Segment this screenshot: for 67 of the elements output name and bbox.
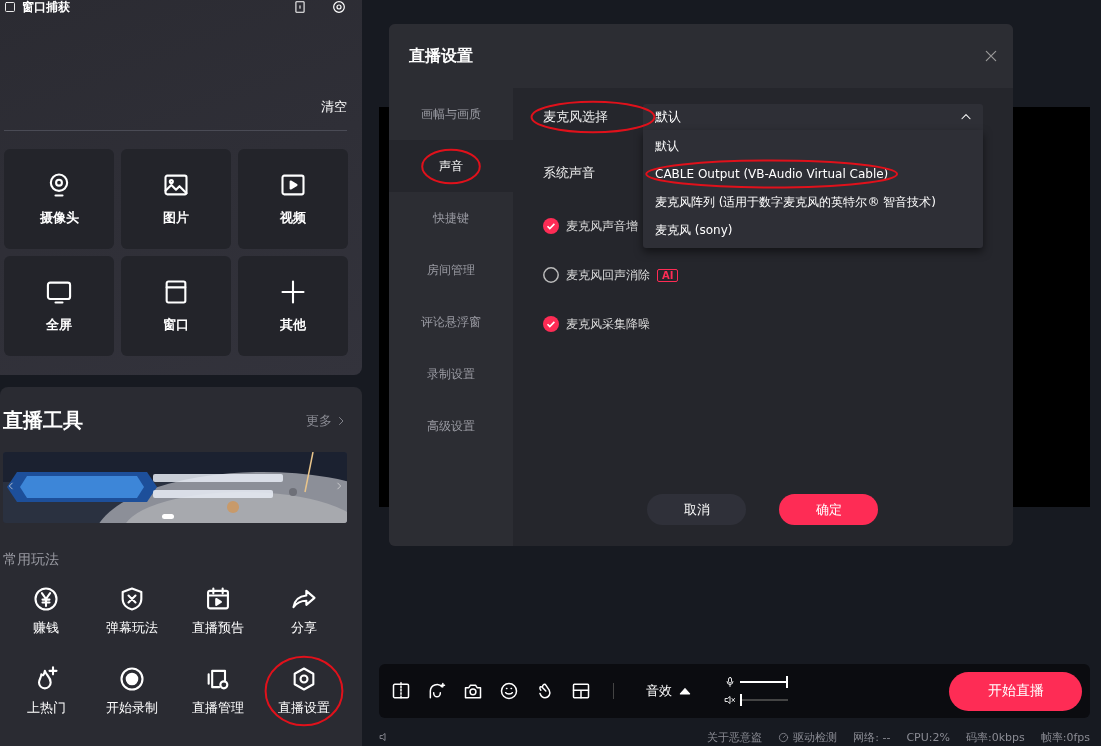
status-text[interactable]: 关于恶意盗	[707, 729, 763, 745]
record-icon	[118, 665, 146, 693]
yen-coin-icon	[32, 585, 60, 613]
tool-button[interactable]: 赚钱	[32, 581, 60, 641]
section-label: 常用玩法	[3, 551, 60, 569]
settings-nav-item[interactable]: 高级设置	[423, 415, 479, 437]
start-live-button[interactable]: 开始直播	[949, 671, 1082, 711]
layout-icon	[571, 681, 591, 701]
tool-button[interactable]: 上热门	[26, 661, 66, 721]
mirror-icon	[391, 681, 411, 701]
mic-volume-slider[interactable]	[740, 676, 788, 688]
checkbox-label: 麦克风声音增	[566, 217, 638, 235]
checkbox[interactable]	[543, 316, 559, 332]
source-tile[interactable]: 图片	[121, 149, 231, 249]
cancel-button[interactable]: 取消	[647, 494, 746, 525]
status-text: CPU:2%	[906, 730, 950, 744]
tool-button[interactable]: 开始录制	[106, 661, 158, 721]
face-sparkle-icon	[427, 681, 447, 701]
settings-nav-item[interactable]: 房间管理	[423, 259, 479, 281]
dropdown-option[interactable]: 麦克风 (sony)	[655, 221, 733, 239]
chevron-left-icon	[6, 481, 16, 491]
field-label: 麦克风选择	[543, 109, 608, 124]
section-title: 直播工具	[3, 407, 84, 434]
microphone-icon	[724, 676, 736, 688]
close-icon	[983, 48, 999, 64]
status-text: 网络: --	[853, 729, 891, 745]
chevron-right-icon	[334, 481, 344, 491]
close-button[interactable]	[983, 48, 999, 64]
checkbox-label: 麦克风采集降噪	[566, 315, 650, 333]
capture-source-label: 窗口捕获	[22, 0, 70, 16]
settings-nav-item[interactable]: 快捷键	[429, 207, 473, 229]
status-text: 帧率:0fps	[1040, 729, 1090, 745]
microphone-dropdown[interactable]: 默认	[643, 104, 983, 130]
tool-button[interactable]: 弹幕玩法	[106, 581, 158, 641]
settings-nav-item[interactable]: 评论悬浮窗	[417, 311, 485, 333]
clear-button[interactable]: 清空	[321, 98, 347, 116]
confirm-button[interactable]: 确定	[779, 494, 878, 525]
more-link[interactable]: 更多	[306, 411, 347, 430]
tool-button[interactable]: 分享	[290, 581, 318, 641]
field-label: 系统声音	[543, 164, 596, 182]
smiley-icon	[499, 681, 519, 701]
source-tile[interactable]: 全屏	[4, 256, 114, 356]
status-text[interactable]: 驱动检测	[793, 729, 838, 745]
source-tile[interactable]: 其他	[238, 256, 348, 356]
speaker-volume-slider[interactable]	[740, 694, 788, 706]
plus-icon	[279, 278, 307, 306]
checkbox-icon	[4, 1, 16, 13]
settings-nav-item[interactable]: 录制设置	[423, 363, 479, 385]
dropdown-option[interactable]: 默认	[655, 137, 679, 155]
lock-icon	[293, 0, 307, 14]
settings-nav-item[interactable]: 画幅与画质	[417, 103, 485, 125]
checkbox[interactable]	[543, 267, 559, 283]
tool-button[interactable]: 直播管理	[192, 661, 244, 721]
eye-icon	[331, 0, 347, 15]
ai-tag: AI	[657, 268, 679, 282]
source-tile[interactable]: 窗口	[121, 256, 231, 356]
source-tile[interactable]: 视频	[238, 149, 348, 249]
source-tile[interactable]: 摄像头	[4, 149, 114, 249]
sound-effects-button[interactable]: 音效	[640, 681, 698, 701]
status-text: 码率:0kbps	[965, 729, 1025, 745]
checkbox-label: 麦克风回声消除	[566, 266, 650, 284]
tool-button[interactable]: 直播预告	[192, 581, 244, 641]
checkbox[interactable]	[543, 218, 559, 234]
camera-icon	[463, 681, 483, 701]
gauge-icon	[778, 731, 790, 743]
dropdown-option[interactable]: 麦克风阵列 (适用于数字麦克风的英特尔® 智音技术)	[655, 193, 936, 211]
dialog-title: 直播设置	[409, 45, 474, 67]
